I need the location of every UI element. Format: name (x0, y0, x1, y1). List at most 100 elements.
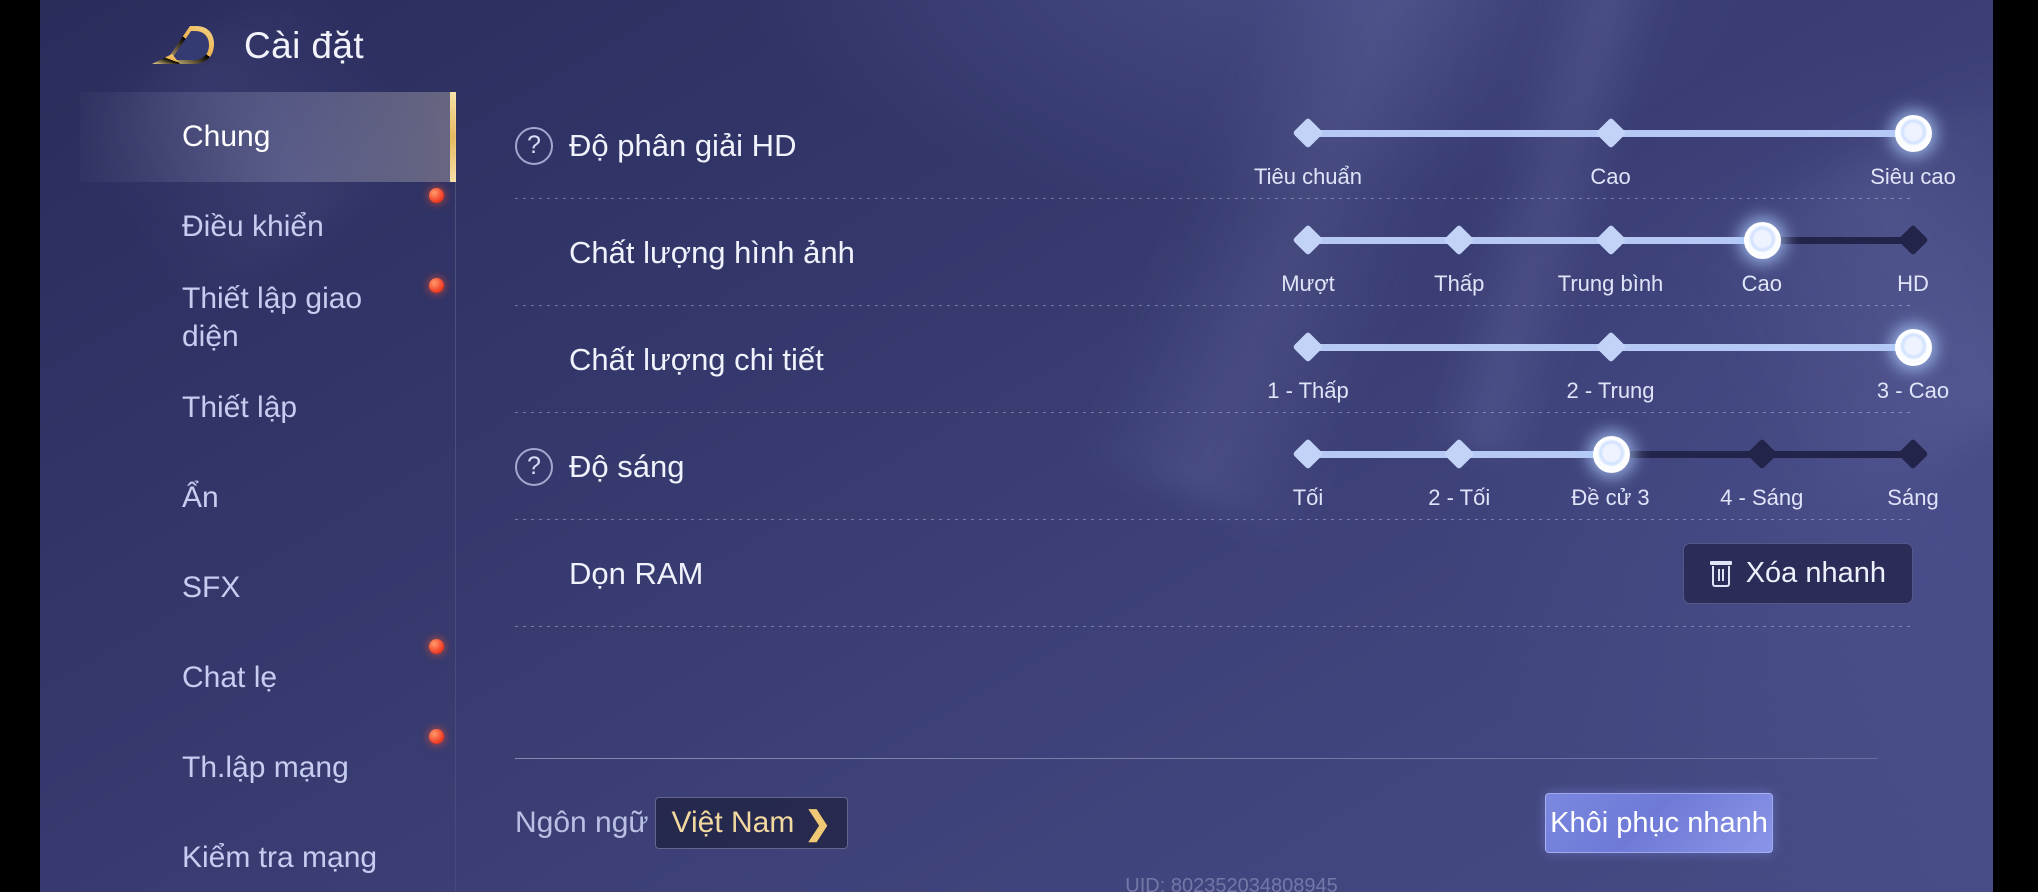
sidebar-item-label: Điều khiển (182, 210, 324, 244)
trash-icon (1709, 560, 1732, 587)
sidebar-item-6[interactable]: SFX (80, 543, 456, 633)
slider-tick-label: Thấp (1434, 271, 1485, 296)
setting-label-wrap: ? Độ phân giải HD (515, 126, 1215, 165)
slider-3[interactable]: 1 - Thấp 2 - Trung 3 - Cao (1267, 306, 1949, 413)
setting-label: Độ phân giải HD (569, 127, 797, 163)
notification-badge-dot (429, 188, 444, 203)
clear-ram-button-label: Xóa nhanh (1745, 557, 1886, 589)
slider-tick-label: 1 - Thấp (1267, 378, 1349, 403)
sidebar-nav: Chung Điều khiển Thiết lập giao diện Thiết … (80, 92, 456, 892)
language-label: Ngôn ngữ (515, 806, 649, 839)
sidebar-item-label: Th.lập mạng (182, 751, 349, 785)
slider-tick-label: Trung bình (1557, 271, 1664, 296)
sidebar-item-4[interactable]: Thiết lập (80, 363, 456, 453)
slider-tick-label: HD (1897, 271, 1929, 296)
header-bar: Cài đặt (40, 0, 1993, 92)
letterbox-right (1993, 0, 2038, 892)
sidebar-item-3[interactable]: Thiết lập giao diện (80, 272, 456, 363)
sidebar-item-1[interactable]: Chung (80, 92, 456, 182)
sidebar-item-label: Thiết lập giao diện (182, 282, 363, 353)
slider-1[interactable]: Tiêu chuẩn Cao Siêu cao (1254, 92, 1956, 199)
slider-tick-label: Siêu cao (1870, 164, 1956, 189)
slider-tick-labels: Mượt Thấp Trung bình Cao HD (1281, 271, 1929, 301)
slider-tick[interactable] (1594, 224, 1627, 256)
bottom-divider (515, 758, 1878, 759)
setting-label-wrap: Chất lượng chi tiết (515, 342, 1215, 378)
slider-thumb[interactable] (1743, 222, 1781, 259)
setting-row-5: Dọn RAM Xóa nhanh (470, 520, 1993, 627)
language-selector[interactable]: Việt Nam ❯ (654, 797, 849, 849)
sidebar-item-label: SFX (182, 571, 241, 605)
setting-label: Chất lượng chi tiết (569, 341, 824, 377)
slider-tick-label: Tiêu chuẩn (1253, 164, 1363, 189)
slider-tick-label: Cao (1741, 271, 1782, 296)
slider-track-fill (1308, 237, 1762, 244)
slider-tick[interactable] (1594, 117, 1627, 149)
question-mark-icon[interactable]: ? (515, 126, 553, 165)
language-group: Ngôn ngữ Việt Nam ❯ (515, 797, 849, 849)
slider-tick-label: Đề cử 3 (1571, 485, 1650, 510)
slider-2[interactable]: Mượt Thấp Trung bình Cao HD (1281, 199, 1929, 306)
slider-tick-label: Tối (1292, 485, 1324, 510)
slider-tick[interactable] (1292, 438, 1324, 470)
sidebar-item-5[interactable]: Ẩn (80, 453, 456, 543)
notification-badge-dot (429, 729, 444, 744)
slider-tick-label: 2 - Trung (1566, 378, 1655, 403)
settings-list: ? Độ phân giải HD Tiêu chuẩn Cao Siêu cao Chấ… (470, 92, 1993, 892)
slider-thumb[interactable] (1895, 329, 1932, 366)
slider-thumb[interactable] (1592, 436, 1630, 473)
slider-tick[interactable] (1897, 438, 1929, 470)
slider-4[interactable]: Tối 2 - Tối Đề cử 3 4 - Sáng Sáng (1292, 413, 1939, 520)
slider-tick-label: 2 - Tối (1428, 485, 1491, 510)
setting-row-3: Chất lượng chi tiết 1 - Thấp 2 - Trung 3 - … (470, 306, 1993, 413)
screen-root: Cài đặt Chung Điều khiển Thiết lập giao di… (0, 0, 2038, 892)
setting-row-2: Chất lượng hình ảnh Mượt Thấp Trung bình Cao… (470, 199, 1993, 306)
sidebar-item-9[interactable]: Kiểm tra mạng (80, 813, 456, 892)
slider-tick[interactable] (1292, 224, 1324, 256)
setting-label: Chất lượng hình ảnh (569, 234, 855, 270)
slider-tick[interactable] (1443, 224, 1475, 256)
clear-ram-button[interactable]: Xóa nhanh (1682, 543, 1913, 604)
setting-row-1: ? Độ phân giải HD Tiêu chuẩn Cao Siêu cao (470, 92, 1993, 199)
page-title: Cài đặt (244, 25, 365, 66)
sidebar-item-2[interactable]: Điều khiển (80, 182, 456, 272)
letterbox-left (0, 0, 40, 892)
language-value: Việt Nam (671, 806, 795, 839)
sidebar-item-7[interactable]: Chat lẹ (80, 633, 456, 723)
sidebar-divider (455, 96, 456, 892)
slider-tick[interactable] (1897, 224, 1929, 256)
settings-window: Cài đặt Chung Điều khiển Thiết lập giao di… (40, 0, 1993, 892)
slider-tick-labels: Tối 2 - Tối Đề cử 3 4 - Sáng Sáng (1293, 485, 1939, 515)
sidebar-item-label: Thiết lập (182, 391, 298, 425)
chevron-right-icon: ❯ (804, 805, 832, 841)
notification-badge-dot (429, 278, 444, 293)
restore-defaults-button[interactable]: Khôi phục nhanh (1545, 793, 1773, 853)
slider-tick[interactable] (1746, 438, 1778, 470)
slider-tick-label: Sáng (1887, 485, 1939, 510)
setting-label-wrap: Chất lượng hình ảnh (515, 235, 1215, 271)
bottom-bar: Ngôn ngữ Việt Nam ❯ Khôi phục nhanh UID:… (470, 775, 1993, 892)
slider-tick[interactable] (1292, 331, 1324, 363)
slider-tick[interactable] (1292, 117, 1324, 149)
slider-thumb[interactable] (1895, 115, 1932, 152)
slider-tick-labels: Tiêu chuẩn Cao Siêu cao (1254, 164, 1956, 194)
slider-tick[interactable] (1594, 331, 1627, 363)
question-mark-icon[interactable]: ? (515, 447, 553, 486)
slider-tick-labels: 1 - Thấp 2 - Trung 3 - Cao (1267, 378, 1949, 408)
slider-tick-label: 3 - Cao (1876, 378, 1950, 403)
slider-tick-label: Mượt (1281, 271, 1335, 296)
uid-text: UID: 802352034808945 (1125, 875, 1338, 892)
notification-badge-dot (429, 639, 444, 654)
game-logo-icon (152, 26, 214, 64)
setting-label: Dọn RAM (569, 555, 704, 591)
setting-label-wrap: Dọn RAM (515, 556, 1215, 592)
sidebar-item-label: Kiểm tra mạng (182, 841, 378, 875)
sidebar-item-8[interactable]: Th.lập mạng (80, 723, 456, 813)
slider-tick-label: 4 - Sáng (1720, 485, 1804, 510)
setting-label: Độ sáng (569, 448, 685, 484)
slider-tick-label: Cao (1590, 164, 1631, 189)
sidebar-item-label: Ẩn (182, 481, 219, 515)
setting-label-wrap: ? Độ sáng (515, 447, 1215, 486)
sidebar-item-label: Chat lẹ (182, 661, 278, 695)
slider-tick[interactable] (1443, 438, 1475, 470)
